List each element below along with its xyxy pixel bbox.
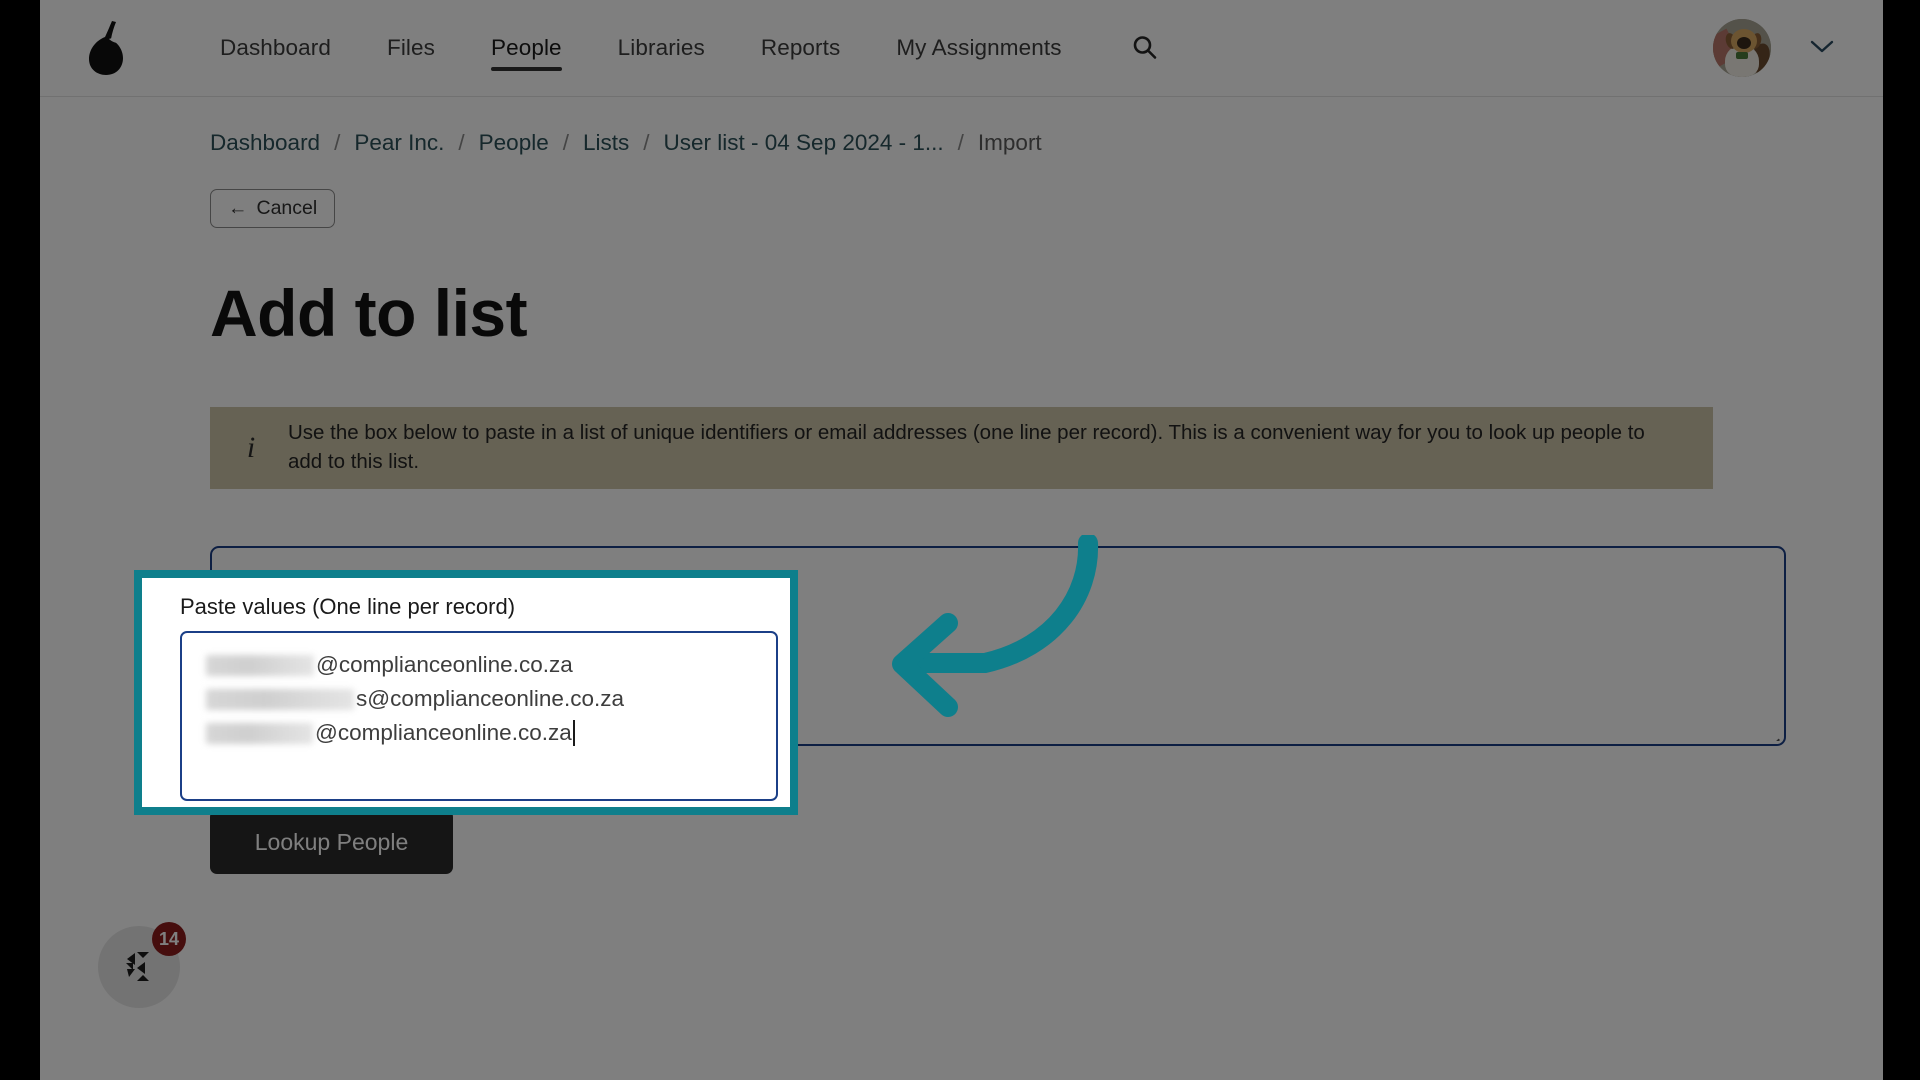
breadcrumb-item-people[interactable]: People	[479, 130, 549, 156]
nav-item-files[interactable]: Files	[359, 0, 463, 96]
breadcrumb-separator: /	[957, 130, 964, 155]
nav-item-my-assignments[interactable]: My Assignments	[868, 0, 1089, 96]
email-line: s @complianceonline.co.za	[206, 682, 776, 716]
cancel-button-label: Cancel	[256, 197, 318, 219]
nav-item-libraries[interactable]: Libraries	[590, 0, 733, 96]
brand-logo[interactable]	[48, 19, 168, 77]
primary-nav: Dashboard Files People Libraries Reports…	[192, 0, 1168, 96]
nav-item-reports[interactable]: Reports	[733, 0, 868, 96]
email-domain: @complianceonline.co.za	[315, 720, 572, 745]
top-navigation-bar: Dashboard Files People Libraries Reports…	[40, 0, 1883, 97]
email-suffix: s	[356, 686, 368, 711]
breadcrumb-item-dashboard[interactable]: Dashboard	[210, 130, 320, 156]
breadcrumb-separator: /	[643, 130, 650, 155]
chat-widget[interactable]: 14	[98, 922, 186, 1008]
breadcrumb-item-pear-inc[interactable]: Pear Inc.	[354, 130, 444, 156]
redacted-username	[206, 654, 314, 676]
breadcrumb-item-import: Import	[977, 130, 1042, 155]
nav-item-people[interactable]: People	[463, 0, 590, 96]
email-domain: @complianceonline.co.za	[316, 652, 573, 677]
app-viewport: Dashboard Files People Libraries Reports…	[40, 0, 1883, 1080]
redacted-username	[206, 722, 313, 744]
chat-unread-badge: 14	[152, 922, 186, 956]
avatar[interactable]	[1713, 19, 1771, 77]
info-banner-text: Use the box below to paste in a list of …	[288, 421, 1645, 473]
chevron-down-icon	[1810, 40, 1834, 52]
nav-item-dashboard[interactable]: Dashboard	[192, 0, 359, 96]
back-arrow-icon: ←	[228, 197, 248, 219]
email-domain: @complianceonline.co.za	[367, 686, 624, 711]
nav-label: Libraries	[617, 35, 705, 60]
nav-label: My Assignments	[896, 35, 1062, 60]
email-line: @complianceonline.co.za	[206, 648, 776, 682]
paste-values-label: Paste values (One line per record)	[180, 594, 516, 619]
header-user-area	[1713, 19, 1883, 77]
lookup-people-button[interactable]: Lookup People	[210, 810, 453, 874]
textarea-resize-handle[interactable]	[1765, 725, 1781, 741]
email-line: @complianceonline.co.za	[206, 716, 776, 750]
info-banner: i Use the box below to paste in a list o…	[210, 407, 1713, 489]
chat-widget-button[interactable]: 14	[98, 922, 186, 1008]
nav-label: People	[491, 35, 562, 60]
nav-label: Dashboard	[220, 35, 331, 60]
cancel-button[interactable]: ← Cancel	[210, 189, 336, 228]
screen: Dashboard Files People Libraries Reports…	[0, 0, 1920, 1080]
info-icon: i	[246, 431, 256, 464]
user-menu-button[interactable]	[1809, 38, 1835, 59]
nav-label: Reports	[760, 35, 841, 60]
redacted-username	[206, 688, 354, 710]
breadcrumb-separator: /	[562, 130, 569, 155]
breadcrumb-separator: /	[334, 130, 341, 155]
search-button[interactable]	[1122, 25, 1168, 71]
text-cursor	[572, 720, 575, 746]
breadcrumb: Dashboard / Pear Inc. / People / Lists /…	[40, 130, 1883, 156]
highlighted-paste-values-field: Paste values (One line per record) @comp…	[134, 570, 798, 815]
nav-label: Files	[386, 35, 435, 60]
paste-values-input[interactable]: @complianceonline.co.za s @complianceonli…	[180, 631, 778, 801]
breadcrumb-separator: /	[458, 130, 465, 155]
search-icon	[1133, 36, 1156, 59]
page-title: Add to list	[210, 276, 528, 350]
pear-logo-icon	[89, 21, 123, 75]
breadcrumb-item-user-list[interactable]: User list - 04 Sep 2024 - 1...	[664, 130, 944, 156]
breadcrumb-item-lists[interactable]: Lists	[583, 130, 629, 156]
